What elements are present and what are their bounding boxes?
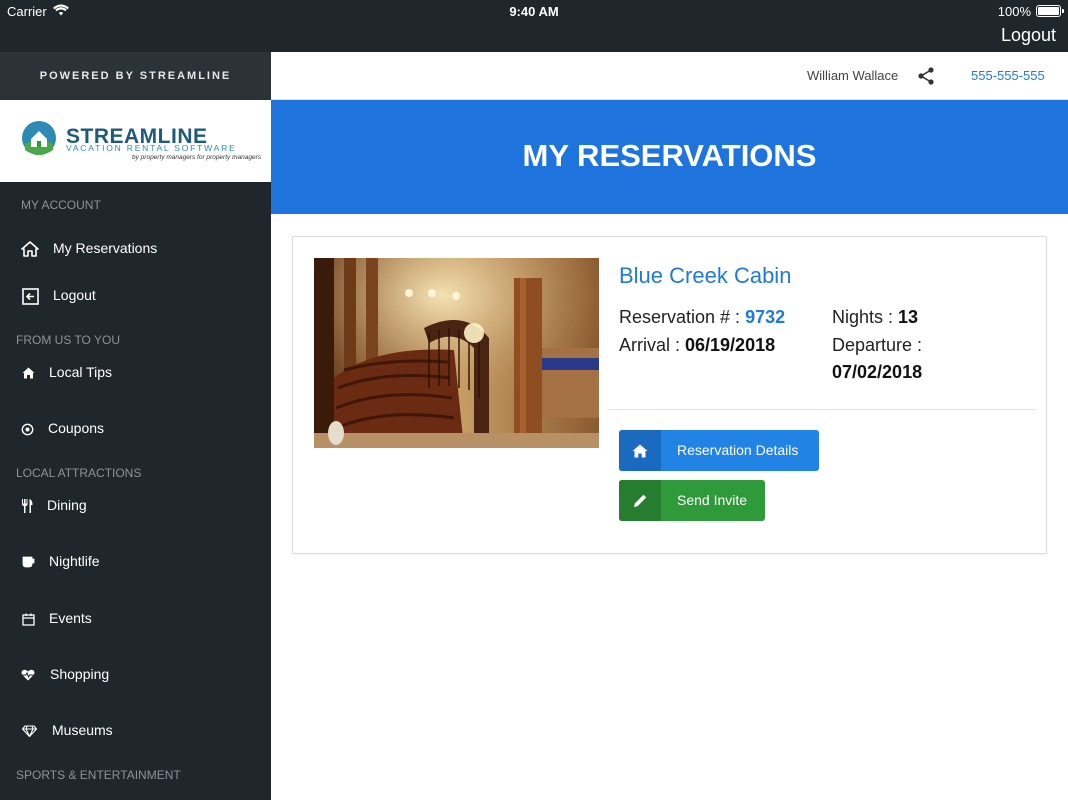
sidebar-item-label: Museums bbox=[52, 722, 113, 738]
sidebar-item-dining[interactable]: Dining bbox=[0, 486, 271, 526]
sidebar-item-label: Nightlife bbox=[49, 553, 100, 569]
section-local-attractions: LOCAL ATTRACTIONS bbox=[16, 466, 142, 480]
page-title: MY RESERVATIONS bbox=[522, 138, 817, 173]
sidebar-item-local-tips[interactable]: Local Tips bbox=[0, 353, 271, 393]
calendar-icon bbox=[18, 609, 38, 629]
sidebar-item-museums[interactable]: Museums bbox=[0, 711, 271, 751]
reservation-details-button[interactable]: Reservation Details bbox=[619, 430, 819, 471]
sidebar-item-label: My Reservations bbox=[53, 240, 158, 256]
battery-percent: 100% bbox=[997, 4, 1031, 19]
nights-value: 13 bbox=[898, 307, 919, 327]
heartbeat-icon bbox=[18, 665, 38, 685]
sidebar-item-logout[interactable]: Logout bbox=[0, 276, 271, 316]
logo-subtitle: VACATION RENTAL SOFTWARE bbox=[66, 143, 237, 153]
streamline-logo: STREAMLINE VACATION RENTAL SOFTWARE by p… bbox=[0, 100, 271, 182]
reservation-details-label: Reservation Details bbox=[677, 442, 799, 458]
battery-icon bbox=[1036, 5, 1064, 17]
hero-banner: MY RESERVATIONS bbox=[271, 100, 1068, 214]
diamond-icon bbox=[19, 721, 39, 741]
house-logo-icon bbox=[22, 121, 56, 155]
arrival-field: Arrival : 06/19/2018 bbox=[619, 335, 775, 356]
arrival-value: 06/19/2018 bbox=[685, 335, 776, 355]
sidebar: POWERED BY STREAMLINE STREAMLINE VACATIO… bbox=[0, 52, 271, 800]
sidebar-item-label: Coupons bbox=[48, 420, 105, 436]
section-from-us: FROM US TO YOU bbox=[16, 333, 121, 347]
home-icon bbox=[20, 239, 40, 259]
sidebar-item-label: Local Tips bbox=[49, 364, 113, 380]
powered-by-label: POWERED BY STREAMLINE bbox=[0, 52, 271, 100]
departure-value: 07/02/2018 bbox=[832, 362, 923, 382]
sidebar-item-events[interactable]: Events bbox=[0, 599, 271, 639]
arrival-label: Arrival : bbox=[619, 335, 686, 355]
departure-field: Departure : 07/02/2018 bbox=[832, 335, 922, 383]
section-my-account: MY ACCOUNT bbox=[21, 198, 101, 212]
phone-link[interactable]: 555-555-555 bbox=[971, 68, 1045, 83]
sidebar-item-my-reservations[interactable]: My Reservations bbox=[0, 229, 271, 269]
reservation-number-field: Reservation # : 9732 bbox=[619, 307, 785, 328]
nights-label: Nights : bbox=[832, 307, 899, 327]
sidebar-item-label: Dining bbox=[47, 497, 87, 513]
sidebar-item-label: Events bbox=[49, 610, 92, 626]
nights-field: Nights : 13 bbox=[832, 307, 918, 328]
home-small-icon bbox=[18, 363, 38, 383]
clock: 9:40 AM bbox=[509, 4, 559, 19]
reservation-number-value: 9732 bbox=[745, 307, 786, 327]
logo-tagline: by property managers for property manage… bbox=[132, 154, 261, 161]
property-name-link[interactable]: Blue Creek Cabin bbox=[619, 263, 791, 289]
top-header: William Wallace 555-555-555 bbox=[271, 52, 1068, 100]
send-invite-button[interactable]: Send Invite bbox=[619, 480, 765, 521]
status-bar: Carrier 9:40 AM 100% bbox=[0, 0, 1068, 22]
reservation-card: Blue Creek Cabin Reservation # : 9732 Ni… bbox=[292, 236, 1047, 554]
sidebar-item-coupons[interactable]: Coupons bbox=[0, 409, 271, 449]
share-icon[interactable] bbox=[916, 66, 936, 86]
sidebar-item-label: Shopping bbox=[50, 666, 110, 682]
sidebar-item-nightlife[interactable]: Nightlife bbox=[0, 542, 271, 582]
target-icon bbox=[17, 419, 37, 439]
property-photo[interactable] bbox=[314, 258, 599, 448]
pencil-icon bbox=[619, 480, 661, 521]
sidebar-item-label: Logout bbox=[53, 287, 96, 303]
logout-icon bbox=[20, 286, 40, 306]
divider bbox=[609, 409, 1036, 410]
departure-label: Departure : bbox=[832, 335, 923, 355]
section-sports: SPORTS & ENTERTAINMENT bbox=[16, 768, 181, 782]
user-name: William Wallace bbox=[807, 68, 899, 83]
nav-logout-button[interactable]: Logout bbox=[1001, 25, 1056, 46]
reservation-number-label: Reservation # : bbox=[619, 307, 746, 327]
utensils-icon bbox=[17, 496, 37, 516]
nav-bar: Logout bbox=[0, 22, 1068, 52]
glass-icon bbox=[18, 552, 38, 572]
sidebar-item-shopping[interactable]: Shopping bbox=[0, 655, 271, 695]
send-invite-label: Send Invite bbox=[677, 492, 748, 508]
home-icon bbox=[619, 430, 661, 471]
